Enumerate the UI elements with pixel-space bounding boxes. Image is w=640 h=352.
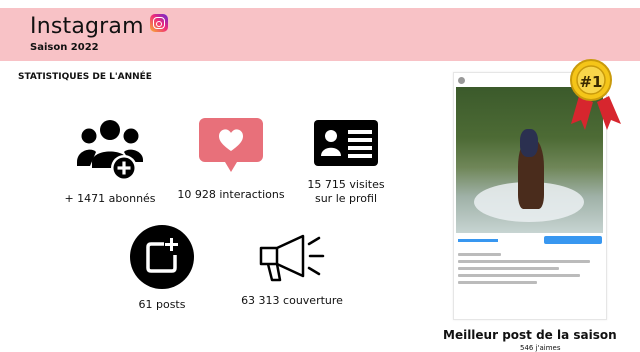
rank-badge-text: #1 (579, 73, 602, 91)
title-text: Instagram (30, 14, 144, 39)
profile-visits-line2: sur le profil (314, 192, 378, 205)
instagram-logo-icon (149, 14, 168, 32)
app-title: Instagram (30, 14, 168, 39)
profile-visits-line1: 15 715 visites (307, 178, 385, 191)
stat-profile-visits: 15 715 visites sur le profil (296, 118, 396, 206)
season-subtitle: Saison 2022 (30, 42, 99, 53)
post-caption-lines (454, 247, 606, 290)
header-banner: Instagram Saison 2022 (0, 8, 640, 61)
posts-label: 61 posts (138, 298, 186, 311)
post-action-bar (454, 233, 606, 247)
post-avatar (458, 76, 465, 84)
stat-followers: + 1471 abonnés (58, 118, 162, 206)
rider-shape (520, 129, 538, 157)
followers-label: + 1471 abonnés (64, 192, 156, 205)
heart-bubble-icon (199, 118, 263, 172)
section-title: STATISTIQUES DE L'ANNÉE (18, 72, 152, 82)
followers-add-icon (77, 120, 143, 181)
new-post-icon (130, 225, 194, 289)
interactions-label: 10 928 interactions (177, 188, 285, 201)
stat-posts: 61 posts (112, 224, 212, 312)
megaphone-icon (259, 234, 325, 282)
best-post-label: Meilleur post de la saison (443, 328, 617, 342)
reach-label: 63 313 couverture (241, 294, 343, 307)
best-post-likes: 546 j'aimes (520, 344, 561, 352)
profile-card-icon (314, 120, 378, 166)
rank-badge-icon: #1 (570, 59, 621, 130)
stat-reach: 63 313 couverture (230, 230, 354, 308)
stat-interactions: 10 928 interactions (170, 118, 292, 202)
